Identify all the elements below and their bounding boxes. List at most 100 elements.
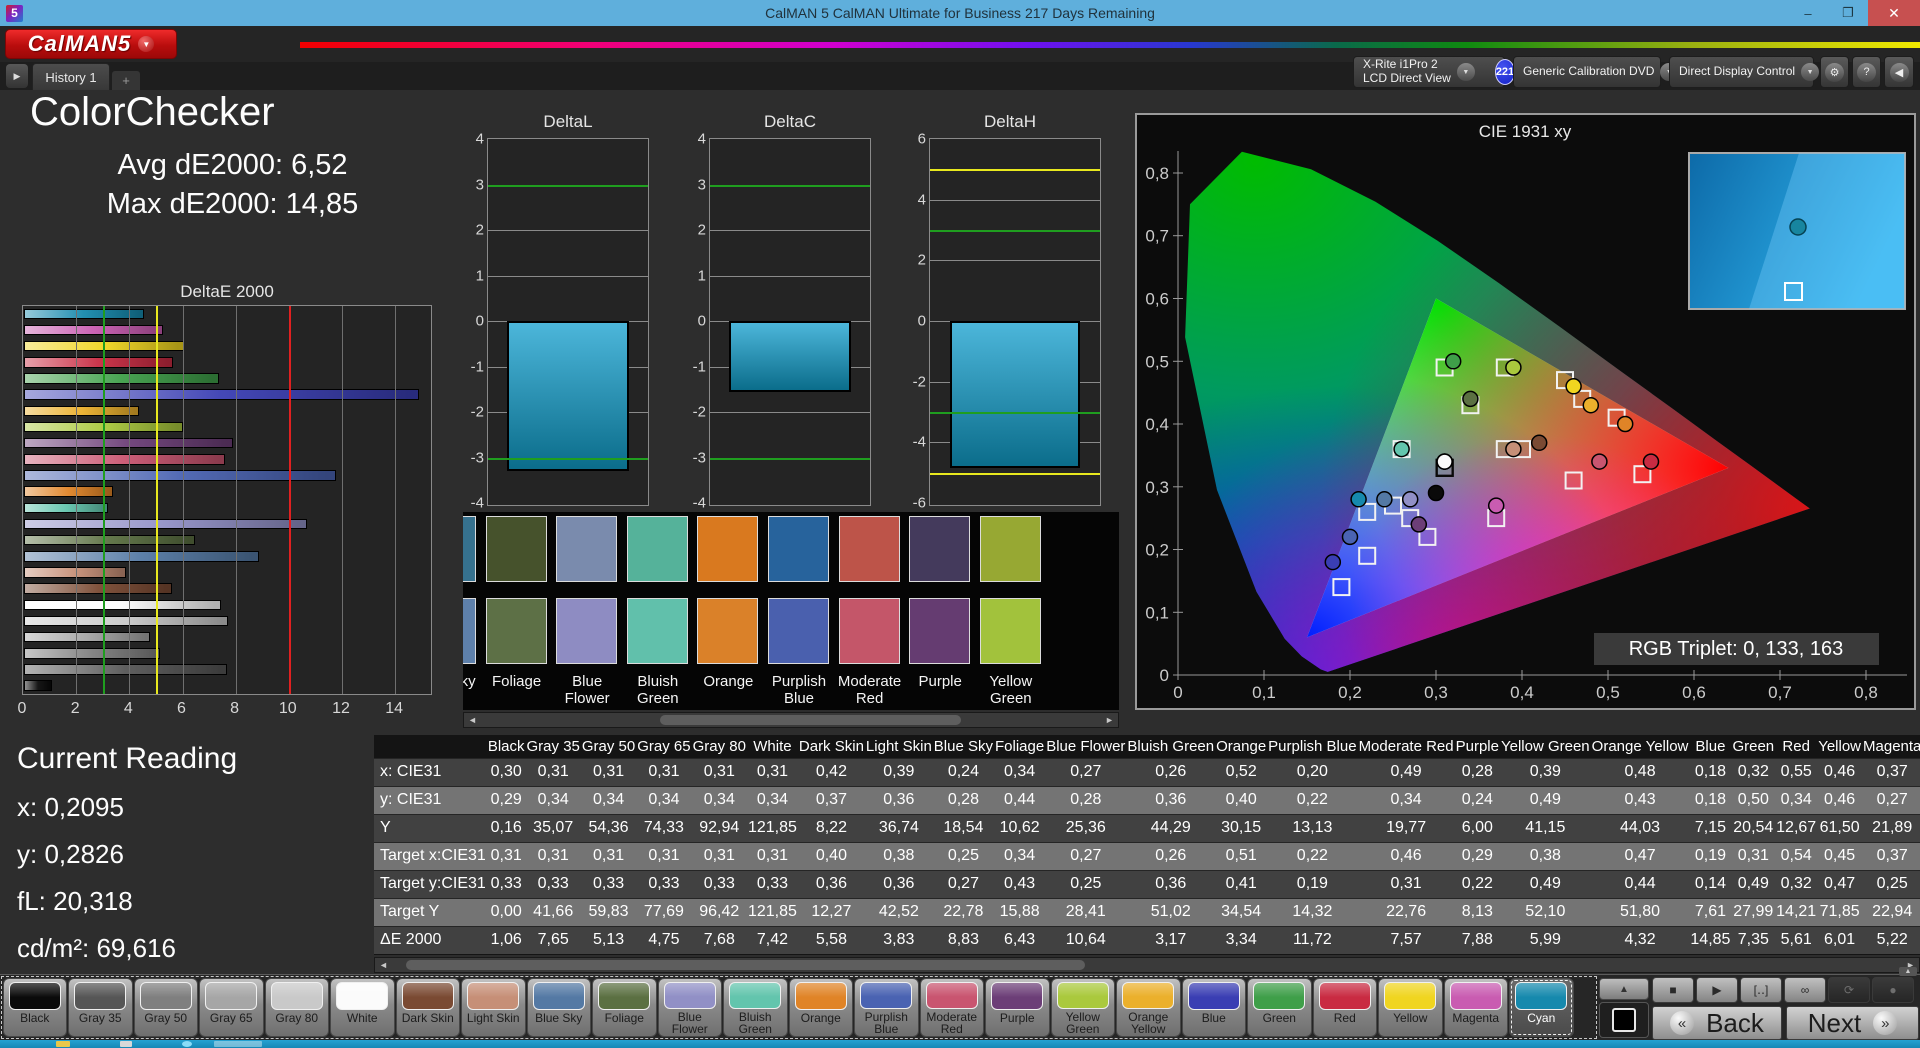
table-cell: 0,43 bbox=[1591, 786, 1690, 814]
pattern-button-yellow-green[interactable]: Yellow Green bbox=[1051, 978, 1116, 1037]
pattern-button-purplish-blue[interactable]: Purplish Blue bbox=[854, 978, 919, 1037]
y-tick-label: 0 bbox=[698, 313, 706, 330]
scroll-right-icon[interactable]: ► bbox=[1102, 714, 1117, 726]
tab-history-1[interactable]: History 1 bbox=[32, 63, 110, 90]
pattern-button-red[interactable]: Red bbox=[1313, 978, 1378, 1037]
pattern-button-blue-flower[interactable]: Blue Flower bbox=[658, 978, 723, 1037]
record-button[interactable]: ● bbox=[1872, 977, 1914, 1003]
pattern-button-blue-sky[interactable]: Blue Sky bbox=[527, 978, 592, 1037]
table-cell: 0,18 bbox=[1689, 786, 1731, 814]
pattern-button-gray-65[interactable]: Gray 65 bbox=[199, 978, 264, 1037]
y-tick-label: 0,5 bbox=[1145, 352, 1169, 371]
taskbar-active-item[interactable] bbox=[214, 1041, 262, 1047]
table-cell: 0,27 bbox=[1045, 842, 1126, 870]
taskbar-icon[interactable] bbox=[120, 1041, 132, 1047]
y-tick-label: -4 bbox=[913, 434, 926, 451]
source-button[interactable]: Generic Calibration DVD ▼ bbox=[1513, 56, 1661, 88]
pattern-button-blue[interactable]: Blue bbox=[1182, 978, 1247, 1037]
deltac-title: DeltaC bbox=[705, 112, 875, 132]
pattern-button-gray-80[interactable]: Gray 80 bbox=[265, 978, 330, 1037]
measured-point-orange-yellow bbox=[1583, 398, 1598, 413]
deltae-bar-red bbox=[24, 357, 173, 368]
table-row: ΔE 20001,067,655,134,757,687,425,583,838… bbox=[374, 926, 1920, 954]
y-tick-label: 6 bbox=[918, 131, 926, 148]
table-cell: 0,18 bbox=[1689, 758, 1731, 786]
pattern-button[interactable]: [‥] bbox=[1740, 977, 1782, 1003]
pattern-button-gray-50[interactable]: Gray 50 bbox=[134, 978, 199, 1037]
compare-scrollbar[interactable]: ◄ ► bbox=[463, 712, 1119, 728]
meter-button[interactable]: X-Rite i1Pro 2 LCD Direct View ▼ 221 bbox=[1353, 56, 1505, 88]
color-chip bbox=[74, 982, 126, 1010]
loop-button[interactable]: ∞ bbox=[1784, 977, 1826, 1003]
limit-line-green bbox=[710, 458, 870, 460]
pattern-button-magenta[interactable]: Magenta bbox=[1444, 978, 1509, 1037]
x-tick-label: 14 bbox=[385, 700, 403, 718]
pattern-button-moderate-red[interactable]: Moderate Red bbox=[920, 978, 985, 1037]
color-chip bbox=[271, 982, 323, 1010]
column-header: Red bbox=[1775, 735, 1817, 758]
close-button[interactable]: ✕ bbox=[1868, 0, 1920, 26]
pattern-button-gray-35[interactable]: Gray 35 bbox=[68, 978, 133, 1037]
table-cell: 0,14 bbox=[1689, 870, 1731, 898]
next-button[interactable]: Next » bbox=[1786, 1006, 1919, 1040]
back-button[interactable]: « Back bbox=[1652, 1006, 1782, 1040]
table-cell: 0,31 bbox=[636, 842, 691, 870]
stop-button[interactable]: ■ bbox=[1652, 977, 1694, 1003]
taskbar-icon[interactable] bbox=[182, 1041, 192, 1047]
x-tick-label: 0,3 bbox=[1424, 683, 1448, 702]
deltae-bar-foliage bbox=[24, 535, 195, 546]
pattern-button-black[interactable]: Black bbox=[3, 978, 68, 1037]
pattern-button-green[interactable]: Green bbox=[1247, 978, 1312, 1037]
pattern-button-foliage[interactable]: Foliage bbox=[592, 978, 657, 1037]
settings-button[interactable]: ⚙ bbox=[1820, 56, 1849, 88]
restore-button[interactable]: ❐ bbox=[1828, 0, 1868, 26]
pattern-button-light-skin[interactable]: Light Skin bbox=[461, 978, 526, 1037]
scroll-left-icon[interactable]: ◄ bbox=[465, 714, 480, 726]
pattern-button-dark-skin[interactable]: Dark Skin bbox=[396, 978, 461, 1037]
table-cell: 0,34 bbox=[526, 786, 581, 814]
pattern-up-button[interactable]: ▲ bbox=[1599, 978, 1649, 1000]
pattern-button-purple[interactable]: Purple bbox=[985, 978, 1050, 1037]
tab-scroll-button[interactable]: ▶ bbox=[6, 64, 28, 88]
add-tab-button[interactable]: + bbox=[112, 71, 140, 90]
measured-point-blue-flower bbox=[1403, 492, 1418, 507]
table-cell: 0,20 bbox=[1267, 758, 1357, 786]
y-tick-label: -3 bbox=[471, 449, 484, 466]
table-cell: 0,39 bbox=[1500, 758, 1591, 786]
column-header: Orange bbox=[1215, 735, 1267, 758]
os-taskbar[interactable] bbox=[0, 1040, 1920, 1048]
table-cell: 0,36 bbox=[1126, 870, 1215, 898]
play-button[interactable]: ▶ bbox=[1696, 977, 1738, 1003]
deltae-bar-gray-35 bbox=[24, 664, 227, 675]
current-reading-panel: Current Reading x: 0,2095 y: 0,2826 fL: … bbox=[17, 742, 237, 964]
help-button[interactable]: ? bbox=[1852, 56, 1881, 88]
pattern-window-button[interactable] bbox=[1599, 1002, 1649, 1038]
compare-scrollbar-thumb[interactable] bbox=[660, 715, 961, 725]
table-cell: 8,13 bbox=[1455, 898, 1500, 926]
pattern-button-cyan[interactable]: Cyan bbox=[1509, 978, 1574, 1037]
table-cell: 3,83 bbox=[865, 926, 933, 954]
table-cell: 0,33 bbox=[487, 870, 526, 898]
table-scrollbar-thumb[interactable] bbox=[406, 960, 1085, 970]
calman-logo-button[interactable]: CalMAN5 ▼ bbox=[5, 29, 177, 59]
collapse-panel-button[interactable]: ◀ bbox=[1884, 56, 1914, 88]
taskbar-icon[interactable] bbox=[56, 1041, 70, 1047]
display-control-button[interactable]: Direct Display Control ▼ bbox=[1669, 56, 1814, 88]
pattern-button-bluish-green[interactable]: Bluish Green bbox=[723, 978, 788, 1037]
table-cell: 0,33 bbox=[526, 870, 581, 898]
pattern-button-orange[interactable]: Orange bbox=[789, 978, 854, 1037]
limit-line-green bbox=[488, 185, 648, 187]
pattern-button-white[interactable]: White bbox=[330, 978, 395, 1037]
calman-window: 5 CalMAN 5 CalMAN Ultimate for Business … bbox=[0, 0, 1920, 1048]
deltae-bar-green bbox=[24, 373, 219, 384]
pattern-button-orange-yellow[interactable]: Orange Yellow bbox=[1116, 978, 1181, 1037]
refresh-button[interactable]: ⟳ bbox=[1828, 977, 1870, 1003]
table-cell: 0,47 bbox=[1591, 842, 1690, 870]
table-scrollbar[interactable]: ◄ ► bbox=[374, 957, 1920, 973]
table-cell: 0,25 bbox=[933, 842, 994, 870]
pattern-button-yellow[interactable]: Yellow bbox=[1378, 978, 1443, 1037]
scroll-left-icon[interactable]: ◄ bbox=[376, 959, 391, 971]
chevron-up-icon[interactable]: ▲ bbox=[1899, 967, 1917, 976]
row-label: Target x:CIE31 bbox=[374, 842, 487, 870]
minimize-button[interactable]: – bbox=[1788, 0, 1828, 26]
